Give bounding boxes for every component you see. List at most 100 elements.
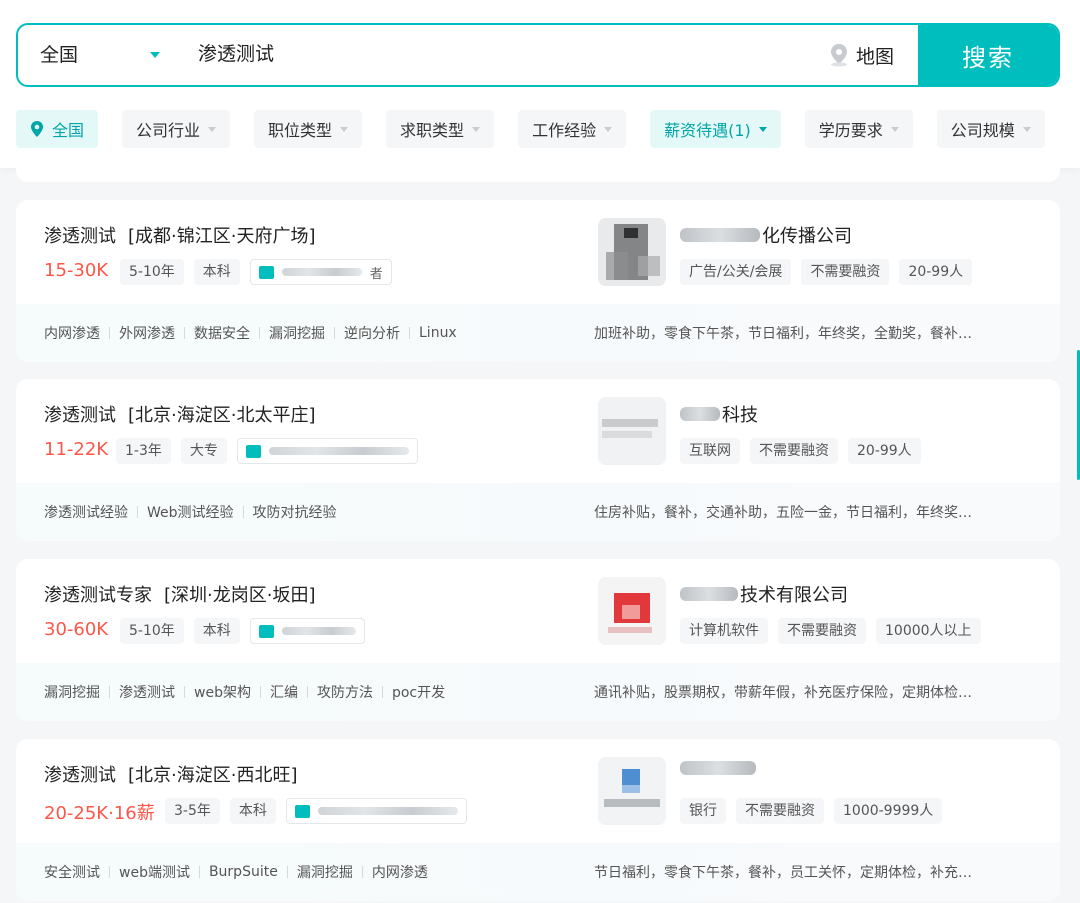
skill-tag: 漏洞挖掘 [296, 865, 353, 881]
skill-tags: 漏洞挖掘 渗透测试 web架构 汇编 攻防方法 poc开发 [44, 663, 445, 721]
previous-card-edge [16, 168, 1060, 182]
filter-label: 学历要求 [818, 121, 883, 140]
job-card-header: 渗透测试 [北京·海淀区·西北旺] 20-25K·16薪 3-5年 本科 银行 不… [16, 739, 1060, 843]
welfare-text: 住房补贴，餐补，交通补助，五险一金，节日福利，年终奖… [594, 483, 1034, 541]
skill-tags: 内网渗透 外网渗透 数据安全 漏洞挖掘 逆向分析 Linux [44, 304, 457, 362]
filter-position-type[interactable]: 职位类型 [254, 110, 363, 148]
company-name-visible: 化传播公司 [762, 226, 852, 247]
job-title: 渗透测试 [44, 765, 116, 786]
chat-icon [294, 804, 310, 818]
city-select[interactable]: 全国 [40, 25, 78, 85]
size-tag: 20-99人 [848, 438, 921, 464]
skill-tags: 渗透测试经验 Web测试经验 攻防对抗经验 [44, 483, 337, 541]
recruiter-chip[interactable]: 者 [249, 259, 392, 285]
job-title-line[interactable]: 渗透测试 [北京·海淀区·北太平庄] [44, 401, 316, 427]
chat-icon [258, 265, 274, 279]
financing-tag: 不需要融资 [750, 438, 838, 464]
company-name[interactable]: 科技 [680, 401, 758, 427]
job-title: 渗透测试专家 [44, 585, 152, 606]
job-card[interactable]: 渗透测试 [北京·海淀区·北太平庄] 11-22K 1-3年 大专 科技 互联网 … [16, 379, 1060, 541]
job-tags: 3-5年 本科 [165, 798, 467, 824]
search-header: 全国 地图 搜索 全国 公司行业 职位类型 求职类型 工作经验 薪资待遇(1) … [0, 0, 1080, 168]
blurred-company-name [680, 228, 760, 242]
skill-tag: Web测试经验 [147, 505, 234, 521]
filter-label: 薪资待遇(1) [664, 121, 751, 140]
company-logo[interactable] [598, 757, 666, 825]
skill-tags: 安全测试 web端测试 BurpSuite 漏洞挖掘 内网渗透 [44, 843, 428, 901]
map-label: 地图 [856, 45, 895, 68]
skill-tag: 攻防方法 [316, 685, 373, 701]
search-bar: 全国 地图 搜索 [16, 23, 1060, 87]
skill-tag: Linux [419, 325, 457, 341]
filter-education[interactable]: 学历要求 [804, 110, 913, 148]
skill-tag: 内网渗透 [44, 326, 100, 342]
skill-tag: poc开发 [391, 685, 446, 701]
filter-job-seeking-type[interactable]: 求职类型 [386, 110, 495, 148]
blurred-recruiter-name [317, 807, 458, 815]
filter-label: 公司规模 [950, 121, 1015, 140]
skill-tag: 渗透测试经验 [44, 505, 128, 521]
company-logo-image [598, 757, 666, 825]
welfare-text: 加班补助，零食下午茶，节日福利，年终奖，全勤奖，餐补… [594, 304, 1034, 362]
recruiter-chip[interactable] [249, 618, 365, 644]
job-card-footer: 渗透测试经验 Web测试经验 攻防对抗经验 住房补贴，餐补，交通补助，五险一金，… [16, 483, 1060, 541]
blurred-company-name [680, 761, 756, 775]
skill-tag: web架构 [194, 685, 251, 701]
recruiter-chip[interactable] [285, 798, 467, 824]
skill-tag: 漏洞挖掘 [269, 326, 325, 342]
education-tag: 本科 [193, 618, 240, 644]
skill-tag: 外网渗透 [119, 326, 175, 342]
search-button[interactable]: 搜索 [918, 25, 1058, 85]
chevron-down-icon[interactable] [150, 52, 160, 58]
recruiter-title: 者 [369, 266, 383, 282]
chevron-down-icon [890, 126, 899, 132]
experience-tag: 3-5年 [165, 798, 220, 824]
company-logo[interactable] [598, 218, 666, 286]
education-tag: 大专 [180, 438, 227, 464]
job-area: [北京·海淀区·北太平庄] [128, 405, 316, 426]
company-name[interactable]: 技术有限公司 [680, 581, 848, 607]
map-button[interactable]: 地图 [828, 25, 894, 85]
filter-label: 公司行业 [136, 121, 201, 140]
job-card[interactable]: 渗透测试 [成都·锦江区·天府广场] 15-30K 5-10年 本科 者 化传播公… [16, 200, 1060, 362]
company-logo[interactable] [598, 397, 666, 465]
industry-tag: 银行 [680, 798, 726, 824]
filter-city[interactable]: 全国 [16, 110, 99, 148]
recruiter-chip[interactable] [236, 438, 418, 464]
job-title-line[interactable]: 渗透测试 [北京·海淀区·西北旺] [44, 761, 298, 787]
filter-experience[interactable]: 工作经验 [518, 110, 627, 148]
skill-tag: 漏洞挖掘 [44, 685, 100, 701]
job-card-header: 渗透测试专家 [深圳·龙岗区·坂田] 30-60K 5-10年 本科 技术有限公司… [16, 559, 1060, 663]
filter-bar: 全国 公司行业 职位类型 求职类型 工作经验 薪资待遇(1) 学历要求 公司规模 [16, 110, 1045, 148]
filter-salary[interactable]: 薪资待遇(1) [650, 110, 781, 148]
chevron-down-icon [340, 126, 349, 132]
financing-tag: 不需要融资 [736, 798, 824, 824]
company-name[interactable]: 化传播公司 [680, 222, 852, 248]
chevron-down-icon [472, 126, 481, 132]
map-pin-icon [831, 44, 847, 67]
company-logo-image [598, 218, 666, 286]
company-logo-image [598, 577, 666, 645]
job-area: [成都·锦江区·天府广场] [128, 226, 316, 247]
job-title-line[interactable]: 渗透测试 [成都·锦江区·天府广场] [44, 222, 316, 248]
skill-tag: 汇编 [269, 685, 298, 701]
job-area: [北京·海淀区·西北旺] [128, 765, 298, 786]
company-tags: 计算机软件 不需要融资 10000人以上 [680, 618, 981, 644]
company-name[interactable] [680, 761, 756, 775]
filter-industry[interactable]: 公司行业 [122, 110, 231, 148]
company-logo-image [598, 397, 666, 465]
job-salary: 11-22K [44, 439, 109, 460]
job-card[interactable]: 渗透测试专家 [深圳·龙岗区·坂田] 30-60K 5-10年 本科 技术有限公司… [16, 559, 1060, 721]
education-tag: 本科 [229, 798, 276, 824]
job-card[interactable]: 渗透测试 [北京·海淀区·西北旺] 20-25K·16薪 3-5年 本科 银行 不… [16, 739, 1060, 901]
filter-company-size[interactable]: 公司规模 [936, 110, 1045, 148]
filter-label: 职位类型 [268, 121, 333, 140]
filter-label: 全国 [52, 121, 85, 140]
job-area: [深圳·龙岗区·坂田] [164, 585, 316, 606]
job-title-line[interactable]: 渗透测试专家 [深圳·龙岗区·坂田] [44, 581, 316, 607]
job-card-footer: 安全测试 web端测试 BurpSuite 漏洞挖掘 内网渗透 节日福利，零食下… [16, 843, 1060, 901]
industry-tag: 计算机软件 [680, 618, 768, 644]
company-logo[interactable] [598, 577, 666, 645]
search-input[interactable] [198, 25, 798, 85]
job-salary: 20-25K·16薪 [44, 803, 155, 824]
